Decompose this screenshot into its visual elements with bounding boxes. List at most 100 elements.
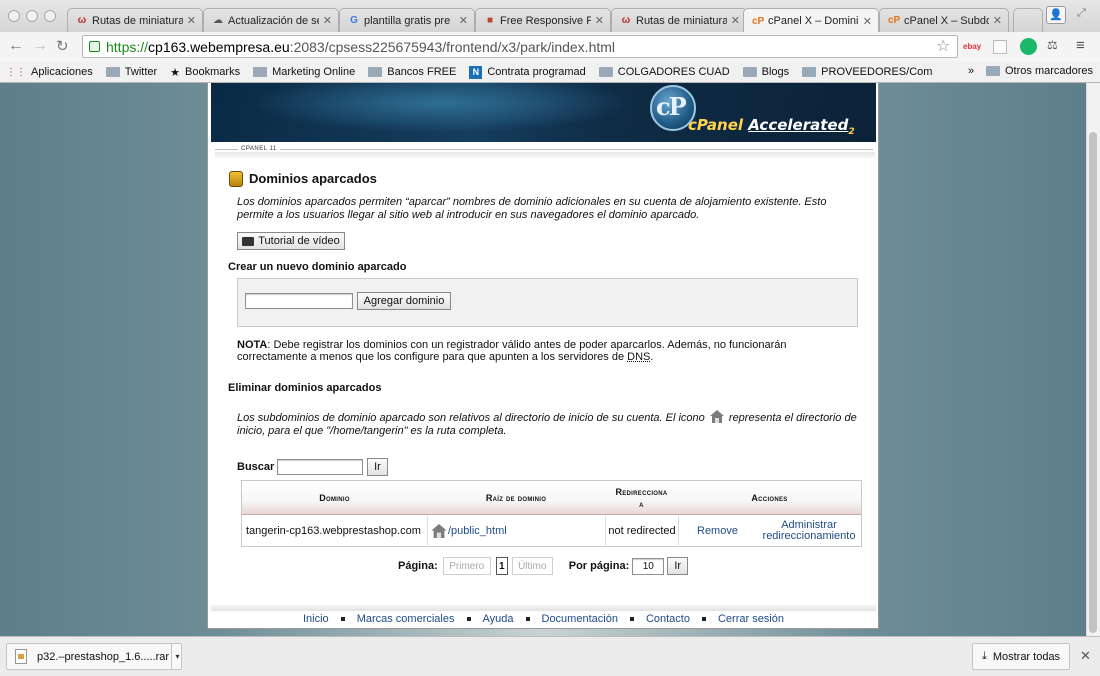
note-body: : Debe registrar los dominios con un reg… — [237, 339, 787, 363]
footer-link-documentation[interactable]: Documentación — [542, 613, 618, 625]
close-download-bar-icon[interactable]: ✕ — [1080, 648, 1091, 664]
fullscreen-icon[interactable]: ⤢ — [1077, 7, 1086, 20]
menu-icon[interactable]: ≡ — [1076, 37, 1085, 54]
cpanel-logo-letters: cP — [656, 92, 687, 121]
forward-arrow-icon[interactable]: → — [32, 37, 48, 55]
bookmark-marketing-online[interactable]: Marketing Online — [253, 66, 355, 78]
reload-icon[interactable]: ↻ — [56, 37, 69, 55]
extension-icon[interactable] — [993, 40, 1007, 54]
add-domain-button[interactable]: Agregar dominio — [357, 292, 451, 310]
grammarly-extension-icon[interactable] — [1020, 38, 1037, 55]
footer-links: Inicio Marcas comerciales Ayuda Document… — [211, 612, 876, 626]
footer-link-logout[interactable]: Cerrar sesión — [718, 613, 784, 625]
show-all-label: Mostrar todas — [992, 650, 1061, 663]
per-page-input[interactable]: 10 — [632, 557, 665, 575]
current-page-button[interactable]: 1 — [495, 557, 508, 575]
tab-plantilla[interactable]: Gplantilla gratis pre ✕ — [339, 8, 475, 32]
folder-icon — [598, 67, 613, 77]
bookmark-twitter[interactable]: Twitter — [105, 66, 157, 78]
extension-scale-icon[interactable]: ⚖ — [1047, 38, 1058, 52]
close-tab-icon[interactable]: ✕ — [187, 14, 196, 27]
column-header-label: Acciones — [751, 493, 788, 503]
close-tab-icon[interactable]: ✕ — [731, 14, 740, 27]
tab-favicon: ω — [621, 15, 631, 26]
folder-icon — [105, 67, 120, 77]
ebay-extension-icon[interactable]: ebay — [963, 42, 981, 51]
minimize-window-button[interactable] — [26, 10, 38, 22]
column-header-actions[interactable]: Acciones — [678, 481, 861, 515]
remove-link[interactable]: Remove — [697, 516, 747, 546]
back-arrow-icon[interactable]: ← — [8, 37, 24, 55]
bookmark-label: COLGADORES CUAD — [617, 66, 730, 78]
video-tutorial-button[interactable]: Tutorial de vídeo — [237, 232, 345, 250]
tab-cpanel-dominios[interactable]: cP cPanel X – Dominic ✕ — [743, 8, 879, 33]
bookmark-bookmarks[interactable]: ★ Bookmarks — [170, 66, 240, 79]
redirect-status: not redirected — [608, 524, 676, 537]
star-icon: ★ — [170, 66, 181, 79]
bookmarks-overflow-button[interactable]: » — [968, 65, 974, 77]
close-tab-icon[interactable]: ✕ — [993, 14, 1002, 27]
bookmarks-bar: ⋮⋮ Aplicaciones Twitter ★ Bookmarks Market… — [0, 62, 1100, 83]
search-go-button[interactable]: Ir — [367, 458, 388, 476]
new-domain-input[interactable] — [245, 293, 353, 309]
tab-title: Actualización de se — [228, 14, 319, 27]
close-tab-icon[interactable]: ✕ — [323, 14, 332, 27]
other-bookmarks[interactable]: Otros marcadores — [986, 65, 1093, 77]
last-page-button[interactable]: Último — [511, 557, 553, 575]
parked-domains-icon — [229, 171, 243, 187]
tab-actualizacion[interactable]: ☁ Actualización de se ✕ — [203, 8, 339, 32]
column-header-label-wrap: a — [639, 499, 644, 509]
tab-favicon: ■ — [486, 15, 494, 26]
first-page-button[interactable]: Primero — [442, 557, 491, 575]
column-header-label: Dominio — [319, 493, 350, 503]
tab-title: Rutas de miniatura — [92, 14, 183, 27]
new-tab-button[interactable] — [1013, 8, 1043, 32]
close-window-button[interactable] — [8, 10, 20, 22]
address-bar[interactable]: https://cp163.webempresa.eu:2083/cpsess2… — [82, 35, 958, 58]
cpanel-brand: cPanel Accelerated2 — [688, 116, 855, 137]
bookmark-proveedores[interactable]: PROVEEDORES/Com — [802, 66, 932, 78]
bookmark-aplicaciones[interactable]: ⋮⋮ Aplicaciones — [6, 66, 93, 78]
tab-favicon: ω — [77, 15, 87, 26]
column-header-root[interactable]: Raíz de dominio — [427, 481, 605, 515]
dns-abbreviation: DNS — [627, 351, 651, 363]
note-label: NOTA — [237, 339, 268, 351]
manage-redirect-link[interactable]: Administrar redireccionamiento — [760, 516, 858, 546]
video-tutorial-label: Tutorial de vídeo — [258, 235, 340, 247]
bookmark-blogs[interactable]: Blogs — [742, 66, 789, 78]
document-root-link[interactable]: /public_html — [448, 525, 507, 537]
tab-rutas-miniatura-2[interactable]: ω Rutas de miniatura ✕ — [611, 8, 747, 32]
close-tab-icon[interactable]: ✕ — [863, 15, 872, 28]
bookmark-star-icon[interactable]: ☆ — [936, 36, 950, 56]
bookmark-contrata-programad[interactable]: N Contrata programad — [469, 65, 586, 79]
column-header-redirect[interactable]: Redirecciona a — [605, 481, 678, 515]
footer-link-trademarks[interactable]: Marcas comerciales — [357, 613, 455, 625]
column-header-domain[interactable]: Dominio — [242, 481, 427, 515]
zoom-window-button[interactable] — [44, 10, 56, 22]
close-tab-icon[interactable]: ✕ — [595, 14, 604, 27]
bookmark-label: Aplicaciones — [31, 66, 93, 78]
footer-link-contact[interactable]: Contacto — [646, 613, 690, 625]
tab-title: cPanel X – Subdom — [904, 14, 989, 27]
show-all-downloads-button[interactable]: ⤓ Mostrar todas — [972, 643, 1070, 670]
scrollbar-thumb[interactable] — [1089, 132, 1097, 633]
tab-rutas-miniatura-1[interactable]: ω Rutas de miniatura ✕ — [67, 8, 203, 32]
tab-free-responsive[interactable]: ■ Free Responsive Pr ✕ — [475, 8, 611, 32]
create-heading: Crear un nuevo dominio aparcado — [228, 261, 407, 273]
footer-link-help[interactable]: Ayuda — [483, 613, 514, 625]
home-directory-icon — [431, 524, 447, 538]
cell-divider — [678, 516, 679, 547]
cell-domain: tangerin-cp163.webprestashop.com — [246, 516, 422, 546]
home-directory-icon — [709, 410, 724, 423]
search-input[interactable] — [277, 459, 363, 475]
bookmark-bancos-free[interactable]: Bancos FREE — [368, 66, 456, 78]
download-options-chevron-icon[interactable]: ▾ — [171, 643, 183, 670]
tab-cpanel-subdominios[interactable]: cPcPanel X – Subdom ✕ — [879, 8, 1009, 32]
footer-link-inicio[interactable]: Inicio — [303, 613, 329, 625]
bookmark-label: Contrata programad — [487, 66, 586, 78]
download-item[interactable]: p32.–prestashop_1.6.....rar — [6, 643, 182, 670]
per-page-go-button[interactable]: Ir — [667, 557, 689, 575]
user-profile-icon[interactable]: 👤 — [1046, 6, 1066, 24]
close-tab-icon[interactable]: ✕ — [459, 14, 468, 27]
bookmark-colgadores[interactable]: COLGADORES CUAD — [598, 66, 730, 78]
